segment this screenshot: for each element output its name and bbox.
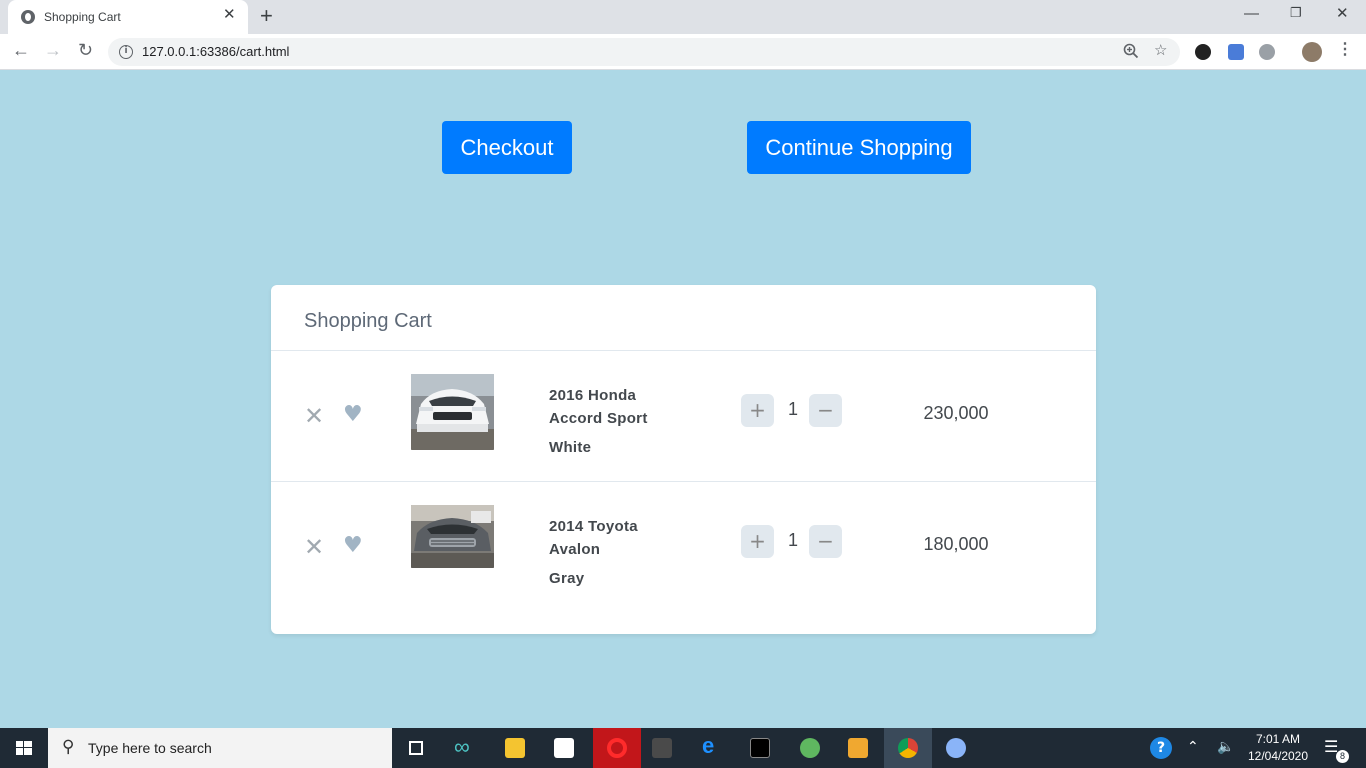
- quantity-value[interactable]: 1: [783, 399, 803, 420]
- chevron-up-icon[interactable]: ⌃: [1187, 740, 1199, 754]
- decrease-quantity-button[interactable]: −: [809, 394, 842, 427]
- item-price: 230,000: [923, 403, 989, 423]
- car-image-honda: [411, 374, 494, 450]
- paint-icon[interactable]: [932, 728, 980, 768]
- atom-icon[interactable]: [786, 728, 834, 768]
- extension-bubble-icon[interactable]: [1259, 44, 1275, 60]
- car-model-line2: Accord Sport: [549, 410, 648, 427]
- window-close-icon[interactable]: ✕: [1336, 6, 1349, 21]
- search-icon: ⚲: [62, 737, 75, 757]
- taskbar: ⚲ Type here to search ∞ e ? ⌃ 🔈 7:01 AM …: [0, 728, 1366, 768]
- delete-icon[interactable]: ✕: [304, 535, 324, 559]
- chrome-icon[interactable]: [884, 728, 932, 768]
- zoom-icon[interactable]: [1123, 43, 1139, 62]
- new-tab-icon[interactable]: +: [260, 5, 273, 27]
- globe-icon: [21, 10, 35, 24]
- site-info-icon[interactable]: i: [119, 45, 133, 59]
- car-description: 2014 Toyota Avalon Gray: [549, 515, 689, 590]
- car-description: 2016 Honda Accord Sport White: [549, 384, 689, 459]
- increase-quantity-button[interactable]: +: [741, 394, 774, 427]
- quantity-value[interactable]: 1: [783, 530, 803, 551]
- edge-icon[interactable]: e: [688, 728, 736, 768]
- heart-icon[interactable]: ♥: [343, 535, 363, 557]
- tab-shopping-cart[interactable]: Shopping Cart ✕: [8, 0, 248, 34]
- cart-title: Shopping Cart: [304, 310, 432, 332]
- car-color: Gray: [549, 570, 585, 587]
- file-explorer-icon[interactable]: [491, 728, 539, 768]
- sublime-text-icon[interactable]: [638, 728, 686, 768]
- extension-icon[interactable]: [1228, 44, 1244, 60]
- increase-quantity-button[interactable]: +: [741, 525, 774, 558]
- opera-icon[interactable]: [593, 728, 641, 768]
- start-button[interactable]: [0, 728, 48, 768]
- media-player-icon[interactable]: [834, 728, 882, 768]
- minimize-icon[interactable]: —: [1244, 6, 1259, 21]
- profile-avatar[interactable]: [1302, 42, 1322, 62]
- delete-icon[interactable]: ✕: [304, 404, 324, 428]
- shopping-cart-panel: Shopping Cart ✕ ♥ 2016 Honda Accord Spor…: [271, 285, 1096, 634]
- item-price: 180,000: [923, 534, 989, 554]
- notification-count: 8: [1336, 750, 1349, 763]
- terminal-icon[interactable]: [736, 728, 784, 768]
- tab-title: Shopping Cart: [44, 10, 121, 24]
- cart-item: ✕ ♥ 2016 Honda Accord Sport White + 1 − …: [271, 351, 1096, 482]
- url-text[interactable]: 127.0.0.1:63386/cart.html: [142, 44, 289, 59]
- car-model-line1: 2014 Toyota: [549, 518, 638, 535]
- close-tab-icon[interactable]: ✕: [223, 7, 236, 22]
- cart-item: ✕ ♥ 2014 Toyota Avalon Gray + 1 − 180,00…: [271, 482, 1096, 613]
- restore-icon[interactable]: ❐: [1290, 6, 1302, 19]
- reload-icon[interactable]: ↻: [78, 41, 93, 59]
- help-icon[interactable]: ?: [1150, 737, 1172, 759]
- forward-icon[interactable]: →: [44, 41, 62, 59]
- car-image-toyota: [411, 505, 494, 568]
- heart-icon[interactable]: ♥: [343, 404, 363, 426]
- checkout-button[interactable]: Checkout: [442, 121, 572, 174]
- taskbar-search-placeholder[interactable]: Type here to search: [88, 740, 212, 756]
- windows-logo-icon: [16, 741, 32, 755]
- taskbar-search-box[interactable]: ⚲ Type here to search: [48, 728, 392, 768]
- browser-menu-icon[interactable]: ⋮: [1337, 42, 1353, 58]
- dropbox-icon[interactable]: [540, 728, 588, 768]
- extension-k-icon[interactable]: [1195, 44, 1211, 60]
- car-model-line1: 2016 Honda: [549, 387, 637, 404]
- address-bar[interactable]: i 127.0.0.1:63386/cart.html ☆: [108, 38, 1180, 66]
- back-icon[interactable]: ←: [12, 41, 30, 59]
- infinity-app-icon[interactable]: ∞: [442, 728, 490, 768]
- task-view-icon[interactable]: [392, 728, 440, 768]
- bookmark-star-icon[interactable]: ☆: [1154, 43, 1167, 58]
- car-color: White: [549, 439, 592, 456]
- speaker-icon[interactable]: 🔈: [1217, 740, 1234, 754]
- tab-strip: Shopping Cart ✕ + — ❐ ✕: [0, 0, 1366, 34]
- clock-date[interactable]: 12/04/2020: [1247, 749, 1309, 763]
- continue-shopping-button[interactable]: Continue Shopping: [747, 121, 971, 174]
- car-model-line2: Avalon: [549, 541, 601, 558]
- decrease-quantity-button[interactable]: −: [809, 525, 842, 558]
- clock-time[interactable]: 7:01 AM: [1247, 732, 1309, 746]
- browser-toolbar: ← → ↻ i 127.0.0.1:63386/cart.html ☆ ⋮: [0, 34, 1366, 70]
